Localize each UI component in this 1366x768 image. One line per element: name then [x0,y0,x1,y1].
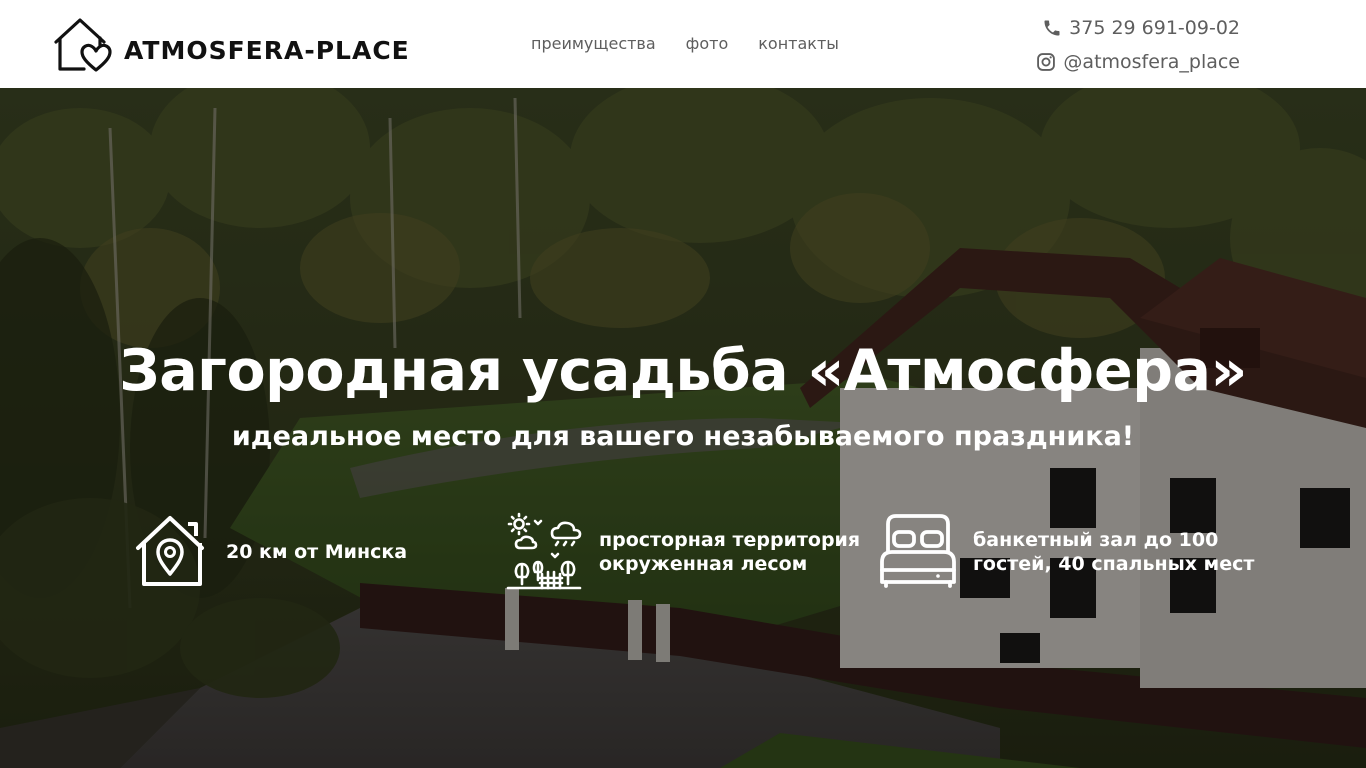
main-nav: преимущества фото контакты [531,34,869,54]
bed-icon [880,514,956,588]
nav-link-photo[interactable]: фото [686,34,729,54]
hero-section: Загородная усадьба «Атмосфера» идеальное… [0,88,1366,768]
feature-territory-text: просторная территория окруженная лесом [599,529,861,575]
feature-distance-text: 20 км от Минска [226,541,408,563]
phone-icon [1044,20,1060,36]
nav-link-advantages[interactable]: преимущества [531,34,656,54]
instagram-row: @atmosfera_place [1036,47,1240,77]
phone-link[interactable]: 375 29 691-09-02 [1069,17,1240,39]
hero-title: Загородная усадьба «Атмосфера» [119,338,1247,404]
feature-capacity: банкетный зал до 100 гостей, 40 спальных… [878,512,1258,592]
nav-link-contacts[interactable]: контакты [758,34,839,54]
hero-subtitle: идеальное место для вашего незабываемого… [231,421,1135,452]
house-heart-icon [54,18,112,72]
phone-row: 375 29 691-09-02 [1036,13,1240,43]
site-header: ATMOSFERA-PLACE преимущества фото контак… [0,0,1366,88]
brand-name: ATMOSFERA-PLACE [124,36,410,65]
instagram-icon [1037,53,1056,71]
feature-distance: 20 км от Минска [134,512,464,592]
logo[interactable]: ATMOSFERA-PLACE [52,16,409,74]
feature-territory: просторная территория окруженная лесом [504,512,874,592]
nature-territory-icon [506,512,582,590]
house-location-icon [136,516,204,586]
feature-capacity-text: банкетный зал до 100 гостей, 40 спальных… [973,529,1255,575]
header-contacts: 375 29 691-09-02 @atmosfera_place [1036,13,1240,81]
instagram-link[interactable]: @atmosfera_place [1063,51,1240,73]
